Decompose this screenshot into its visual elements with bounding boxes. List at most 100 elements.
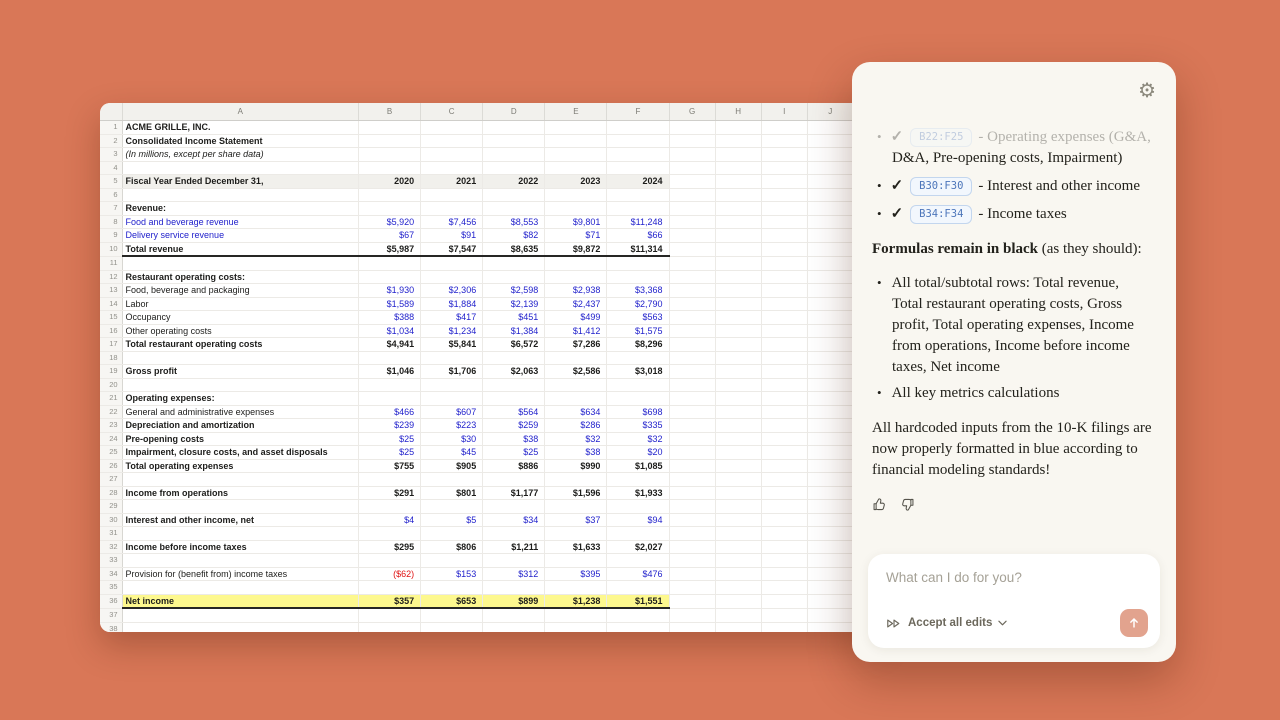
cell[interactable]: $2,437 xyxy=(545,297,607,311)
select-all-corner[interactable] xyxy=(100,103,122,121)
cell[interactable] xyxy=(483,473,545,487)
cell[interactable] xyxy=(807,311,853,325)
cell[interactable] xyxy=(807,351,853,365)
cell[interactable] xyxy=(761,229,807,243)
cell[interactable] xyxy=(421,202,483,216)
cell[interactable]: $2,790 xyxy=(607,297,669,311)
cell[interactable]: $1,589 xyxy=(358,297,420,311)
cell[interactable]: Income before income taxes xyxy=(122,540,358,554)
cell[interactable] xyxy=(669,134,715,148)
cell[interactable] xyxy=(358,392,420,406)
cell[interactable] xyxy=(483,392,545,406)
cell[interactable] xyxy=(761,473,807,487)
cell[interactable] xyxy=(358,622,420,632)
cell[interactable]: ($62) xyxy=(358,567,420,581)
cell[interactable]: Pre-opening costs xyxy=(122,432,358,446)
cell[interactable] xyxy=(358,351,420,365)
cell[interactable] xyxy=(761,202,807,216)
cell[interactable]: $451 xyxy=(483,311,545,325)
cell[interactable]: 2021 xyxy=(421,175,483,189)
cell[interactable]: $801 xyxy=(421,486,483,500)
cell[interactable]: $7,286 xyxy=(545,338,607,352)
cell[interactable]: $357 xyxy=(358,594,420,608)
cell[interactable] xyxy=(421,121,483,135)
cell[interactable] xyxy=(761,459,807,473)
cell[interactable] xyxy=(715,567,761,581)
cell[interactable] xyxy=(807,242,853,256)
cell[interactable] xyxy=(358,134,420,148)
row-header[interactable]: 9 xyxy=(100,229,122,243)
cell[interactable] xyxy=(669,405,715,419)
cell[interactable] xyxy=(761,446,807,460)
cell[interactable] xyxy=(715,148,761,162)
cell[interactable]: $466 xyxy=(358,405,420,419)
row-header[interactable]: 33 xyxy=(100,554,122,568)
cell[interactable] xyxy=(669,378,715,392)
cell[interactable]: $1,633 xyxy=(545,540,607,554)
cell[interactable] xyxy=(761,392,807,406)
cell[interactable] xyxy=(421,500,483,514)
cell[interactable] xyxy=(607,270,669,284)
cell[interactable]: $1,177 xyxy=(483,486,545,500)
cell[interactable] xyxy=(761,581,807,595)
cell[interactable]: $1,930 xyxy=(358,284,420,298)
column-header[interactable]: F xyxy=(607,103,669,121)
row-header[interactable]: 12 xyxy=(100,270,122,284)
cell[interactable] xyxy=(421,392,483,406)
cell[interactable] xyxy=(761,284,807,298)
cell[interactable]: Income from operations xyxy=(122,486,358,500)
cell[interactable] xyxy=(715,608,761,622)
cell[interactable]: 2020 xyxy=(358,175,420,189)
cell[interactable]: $1,933 xyxy=(607,486,669,500)
column-header[interactable]: D xyxy=(483,103,545,121)
cell[interactable]: $1,211 xyxy=(483,540,545,554)
cell[interactable] xyxy=(715,284,761,298)
cell[interactable] xyxy=(761,513,807,527)
cell[interactable] xyxy=(761,351,807,365)
cell[interactable] xyxy=(669,270,715,284)
cell[interactable] xyxy=(483,148,545,162)
cell[interactable] xyxy=(669,175,715,189)
cell[interactable] xyxy=(761,500,807,514)
row-header[interactable]: 6 xyxy=(100,188,122,202)
cell[interactable] xyxy=(669,242,715,256)
cell[interactable] xyxy=(421,378,483,392)
row-header[interactable]: 4 xyxy=(100,161,122,175)
row-header[interactable]: 23 xyxy=(100,419,122,433)
cell[interactable] xyxy=(358,202,420,216)
cell[interactable]: $5,920 xyxy=(358,215,420,229)
cell[interactable] xyxy=(715,270,761,284)
cell[interactable]: Revenue: xyxy=(122,202,358,216)
cell[interactable] xyxy=(761,148,807,162)
cell[interactable] xyxy=(807,256,853,270)
cell[interactable] xyxy=(715,459,761,473)
cell[interactable] xyxy=(807,134,853,148)
cell[interactable]: Other operating costs xyxy=(122,324,358,338)
cell[interactable] xyxy=(715,581,761,595)
cell[interactable] xyxy=(421,256,483,270)
cell[interactable] xyxy=(715,175,761,189)
cell[interactable]: $8,635 xyxy=(483,242,545,256)
row-header[interactable]: 17 xyxy=(100,338,122,352)
cell[interactable]: $7,547 xyxy=(421,242,483,256)
cell[interactable] xyxy=(761,405,807,419)
thumbs-down-icon[interactable] xyxy=(900,497,915,512)
cell[interactable] xyxy=(715,161,761,175)
cell[interactable] xyxy=(715,338,761,352)
cell[interactable] xyxy=(715,378,761,392)
cell[interactable] xyxy=(669,500,715,514)
cell[interactable]: $11,314 xyxy=(607,242,669,256)
cell[interactable] xyxy=(715,351,761,365)
cell[interactable] xyxy=(761,242,807,256)
row-header[interactable]: 1 xyxy=(100,121,122,135)
send-button[interactable] xyxy=(1120,609,1148,637)
cell[interactable]: $1,551 xyxy=(607,594,669,608)
cell[interactable] xyxy=(715,188,761,202)
cell[interactable] xyxy=(483,581,545,595)
cell[interactable]: $94 xyxy=(607,513,669,527)
cell[interactable]: $564 xyxy=(483,405,545,419)
cell[interactable] xyxy=(807,446,853,460)
cell[interactable]: $45 xyxy=(421,446,483,460)
cell[interactable] xyxy=(607,188,669,202)
cell[interactable] xyxy=(715,446,761,460)
